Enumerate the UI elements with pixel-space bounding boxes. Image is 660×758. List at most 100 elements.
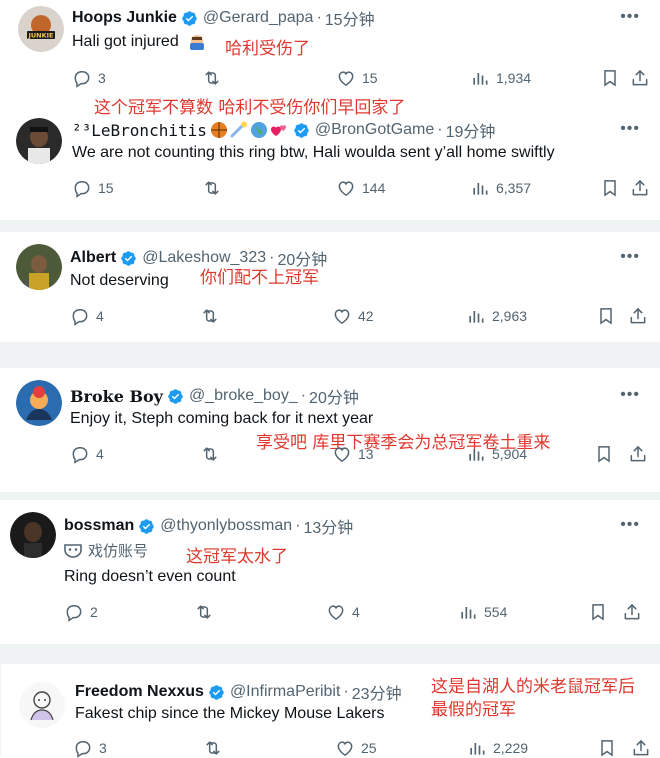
- share-icon: [628, 444, 648, 464]
- share-button[interactable]: [628, 444, 654, 464]
- display-name[interactable]: Albert: [70, 249, 116, 267]
- timestamp[interactable]: 23分钟: [352, 680, 402, 704]
- tweet-card[interactable]: Broke Boy @_broke_boy_ · 20分钟 ••• Enjoy …: [0, 368, 660, 492]
- views-button[interactable]: 5,904: [466, 444, 527, 464]
- avatar-image: [16, 244, 62, 290]
- views-count: 2,963: [492, 308, 528, 324]
- timestamp[interactable]: 13分钟: [303, 514, 353, 538]
- avatar[interactable]: [10, 512, 56, 558]
- verified-icon: [208, 684, 225, 701]
- like-icon: [336, 68, 356, 88]
- repost-icon: [202, 178, 222, 198]
- avatar[interactable]: [19, 682, 65, 728]
- display-name[interactable]: ²³LeBronchitis: [72, 121, 207, 140]
- views-button[interactable]: 6,357: [470, 178, 531, 198]
- avatar[interactable]: [16, 244, 62, 290]
- tweet-card[interactable]: bossman @thyonlybossman · 13分钟 ••• 戏仿账号 …: [0, 500, 660, 644]
- share-button[interactable]: [631, 738, 657, 758]
- more-options-icon[interactable]: •••: [620, 516, 640, 534]
- chinese-annotation-line1: 这是自湖人的米老鼠冠军后: [431, 677, 635, 697]
- bookmark-button[interactable]: [597, 738, 623, 758]
- avatar-image: [19, 682, 65, 728]
- reply-icon: [72, 178, 92, 198]
- chinese-annotation-line2: 最假的冠军: [431, 700, 516, 720]
- handle[interactable]: @thyonlybossman: [160, 517, 292, 535]
- repost-button[interactable]: [203, 738, 229, 758]
- bookmark-button[interactable]: [600, 178, 626, 198]
- display-name[interactable]: bossman: [64, 517, 134, 535]
- handle[interactable]: @_broke_boy_: [189, 387, 298, 405]
- avatar[interactable]: [16, 118, 62, 164]
- reply-button[interactable]: 3: [73, 738, 107, 758]
- avatar[interactable]: [16, 380, 62, 426]
- repost-button[interactable]: [202, 68, 228, 88]
- like-button[interactable]: 13: [332, 444, 374, 464]
- like-count: 13: [358, 446, 374, 462]
- repost-button[interactable]: [202, 178, 228, 198]
- bookmark-icon: [588, 602, 608, 622]
- views-count: 1,934: [496, 70, 532, 86]
- views-icon: [470, 68, 490, 88]
- views-count: 6,357: [496, 180, 532, 196]
- repost-button[interactable]: [194, 602, 220, 622]
- share-button[interactable]: [630, 68, 656, 88]
- like-button[interactable]: 42: [332, 306, 374, 326]
- avatar[interactable]: JUNKIE: [18, 6, 64, 52]
- timestamp[interactable]: 19分钟: [446, 118, 496, 142]
- share-button[interactable]: [622, 602, 648, 622]
- more-options-icon[interactable]: •••: [620, 120, 640, 138]
- separator-dot: ·: [343, 683, 349, 700]
- facepalm-emoji-icon: [190, 35, 205, 50]
- bookmark-button[interactable]: [594, 444, 620, 464]
- display-name[interactable]: Freedom Nexxus: [75, 683, 204, 701]
- like-button[interactable]: 15: [336, 68, 378, 88]
- display-name[interactable]: Broke Boy: [70, 387, 163, 406]
- views-count: 2,229: [493, 740, 529, 756]
- reply-icon: [72, 68, 92, 88]
- tweet-card[interactable]: Albert @Lakeshow_323 · 20分钟 ••• Not dese…: [0, 232, 660, 342]
- reply-button[interactable]: 2: [64, 602, 98, 622]
- bookmark-button[interactable]: [588, 602, 614, 622]
- display-name[interactable]: Hoops Junkie: [72, 9, 177, 27]
- bookmark-button[interactable]: [600, 68, 626, 88]
- separator-dot: ·: [295, 517, 301, 534]
- views-button[interactable]: 554: [458, 602, 507, 622]
- bookmark-button[interactable]: [596, 306, 622, 326]
- tweet-card[interactable]: JUNKIE Hoops Junkie @Gerard_papa · 15分钟 …: [0, 0, 660, 104]
- timestamp[interactable]: 15分钟: [325, 6, 375, 30]
- repost-icon: [200, 444, 220, 464]
- more-options-icon[interactable]: •••: [620, 8, 640, 26]
- avatar-image: [16, 380, 62, 426]
- reply-button[interactable]: 3: [72, 68, 106, 88]
- handle[interactable]: @InfirmaPeribit: [230, 683, 341, 701]
- tweet-card[interactable]: Freedom Nexxus @InfirmaPeribit · 23分钟 Fa…: [0, 664, 660, 756]
- more-options-icon[interactable]: •••: [620, 386, 640, 404]
- timestamp[interactable]: 20分钟: [309, 384, 359, 408]
- comet-emoji-icon: [230, 121, 247, 138]
- separator-dot: ·: [316, 9, 322, 26]
- views-button[interactable]: 2,963: [466, 306, 527, 326]
- reply-button[interactable]: 15: [72, 178, 114, 198]
- repost-button[interactable]: [200, 306, 226, 326]
- share-button[interactable]: [628, 306, 654, 326]
- views-button[interactable]: 1,934: [470, 68, 531, 88]
- tweet-text: Fakest chip since the Mickey Mouse Laker…: [75, 705, 385, 722]
- divider: [0, 220, 660, 232]
- like-button[interactable]: 144: [336, 178, 385, 198]
- share-button[interactable]: [630, 178, 656, 198]
- views-button[interactable]: 2,229: [467, 738, 528, 758]
- reply-button[interactable]: 4: [70, 444, 104, 464]
- avatar-image: JUNKIE: [18, 6, 64, 52]
- repost-button[interactable]: [200, 444, 226, 464]
- divider: [0, 644, 660, 664]
- like-button[interactable]: 25: [335, 738, 377, 758]
- handle[interactable]: @BronGotGame: [315, 121, 434, 139]
- more-options-icon[interactable]: •••: [620, 248, 640, 266]
- handle[interactable]: @Gerard_papa: [203, 9, 314, 27]
- mask-icon: [64, 543, 82, 558]
- reply-button[interactable]: 4: [70, 306, 104, 326]
- like-button[interactable]: 4: [326, 602, 360, 622]
- tweet-card[interactable]: ²³LeBronchitis @BronGotGame · 19分钟 ••• W…: [0, 112, 660, 220]
- share-icon: [630, 68, 650, 88]
- verified-icon: [120, 250, 137, 267]
